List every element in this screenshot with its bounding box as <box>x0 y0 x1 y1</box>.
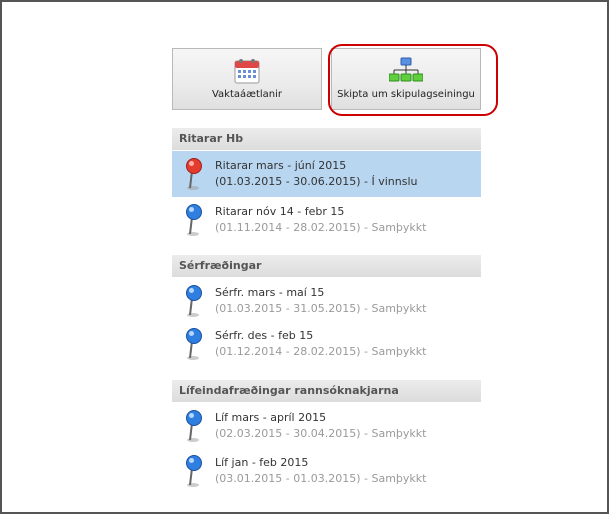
item-dates-status: (03.01.2015 - 01.03.2015) - Samþykkt <box>215 472 427 485</box>
blue-pin-icon <box>184 203 204 241</box>
item-title: Ritarar nóv 14 - febr 15 <box>215 205 345 218</box>
item-dates-status: (01.03.2015 - 31.05.2015) - Samþykkt <box>215 302 427 315</box>
item-title: Sérfr. des - feb 15 <box>215 329 314 342</box>
item-dates-status: (01.12.2014 - 28.02.2015) - Samþykkt <box>215 345 427 358</box>
item-dates-status: (02.03.2015 - 30.04.2015) - Samþykkt <box>215 427 427 440</box>
list-item[interactable]: Sérfr. mars - maí 15 (01.03.2015 - 31.05… <box>172 278 481 324</box>
item-title: Ritarar mars - júní 2015 <box>215 159 347 172</box>
item-title: Líf jan - feb 2015 <box>215 456 309 469</box>
schedules-label: Vaktaáætlanir <box>211 89 283 100</box>
red-pin-icon <box>184 157 204 195</box>
list-item[interactable]: Ritarar mars - júní 2015 (01.03.2015 - 3… <box>172 151 481 197</box>
list-item[interactable]: Sérfr. des - feb 15 (01.12.2014 - 28.02.… <box>172 321 481 367</box>
blue-pin-icon <box>184 409 204 447</box>
section-header: Sérfræðingar <box>172 255 481 277</box>
item-dates-status: (01.11.2014 - 28.02.2015) - Samþykkt <box>215 221 427 234</box>
section-header: Ritarar Hb <box>172 128 481 150</box>
blue-pin-icon <box>184 284 204 322</box>
list-item[interactable]: Líf jan - feb 2015 (03.01.2015 - 01.03.2… <box>172 448 481 494</box>
list-item[interactable]: Ritarar nóv 14 - febr 15 (01.11.2014 - 2… <box>172 197 481 243</box>
section-header: Lífeindafræðingar rannsóknakjarna <box>172 380 481 402</box>
blue-pin-icon <box>184 454 204 492</box>
list-item[interactable]: Líf mars - apríl 2015 (02.03.2015 - 30.0… <box>172 403 481 449</box>
calendar-icon <box>233 57 261 89</box>
item-title: Líf mars - apríl 2015 <box>215 411 327 424</box>
schedules-button[interactable]: Vaktaáætlanir <box>172 48 322 110</box>
item-title: Sérfr. mars - maí 15 <box>215 286 325 299</box>
item-dates-status: (01.03.2015 - 30.06.2015) - Í vinnslu <box>215 175 418 188</box>
blue-pin-icon <box>184 327 204 365</box>
highlight-ring <box>328 44 498 116</box>
